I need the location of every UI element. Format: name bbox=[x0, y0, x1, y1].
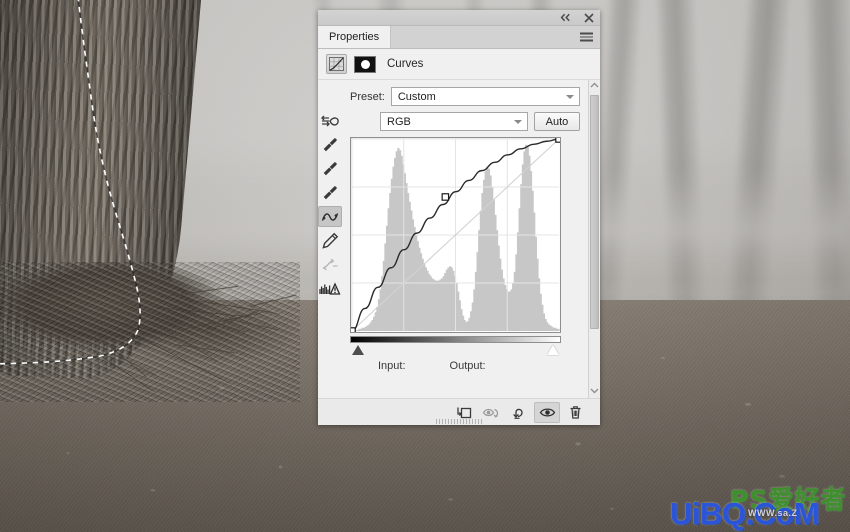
properties-panel[interactable]: Properties Curves Preset: Custom RGB Aut… bbox=[318, 10, 600, 425]
curve-point-tool[interactable] bbox=[318, 206, 342, 227]
white-point-eyedropper[interactable] bbox=[318, 182, 342, 203]
gray-point-eyedropper[interactable] bbox=[318, 158, 342, 179]
tab-properties-label: Properties bbox=[329, 31, 380, 43]
auto-button[interactable]: Auto bbox=[534, 112, 580, 131]
preset-value: Custom bbox=[397, 90, 436, 103]
curve-graph[interactable] bbox=[350, 137, 561, 333]
black-point-slider[interactable] bbox=[352, 345, 364, 355]
channel-select[interactable]: RGB bbox=[380, 112, 528, 131]
preset-select[interactable]: Custom bbox=[390, 87, 580, 106]
photoshop-screenshot: Properties Curves Preset: Custom RGB Aut… bbox=[0, 0, 850, 532]
preset-row: Preset: Custom bbox=[350, 87, 580, 106]
tab-properties[interactable]: Properties bbox=[318, 26, 392, 48]
preset-label: Preset: bbox=[350, 90, 385, 103]
menu-line bbox=[580, 39, 593, 42]
panel-titlebar bbox=[318, 10, 600, 26]
input-gradient-ramp bbox=[350, 336, 561, 343]
output-label: Output: bbox=[449, 360, 486, 372]
menu-line bbox=[580, 36, 593, 38]
curve-graph-svg bbox=[351, 138, 560, 332]
pencil-draw-tool[interactable] bbox=[318, 230, 342, 251]
smooth-curve-tool[interactable] bbox=[318, 254, 342, 275]
input-levels-ramp-row[interactable] bbox=[350, 336, 561, 355]
panel-tab-bar: Properties bbox=[318, 26, 600, 49]
panel-menu-icon[interactable] bbox=[580, 32, 593, 42]
black-point-eyedropper[interactable] bbox=[318, 134, 342, 155]
curve-graph-row bbox=[350, 137, 580, 333]
curves-controls: Preset: Custom RGB Auto Input: Output: bbox=[342, 80, 588, 398]
panel-footer bbox=[318, 398, 600, 425]
chevron-down-icon bbox=[566, 94, 574, 99]
on-image-adjust-tool[interactable] bbox=[318, 110, 342, 131]
mask-white-shape bbox=[360, 59, 370, 69]
input-label: Input: bbox=[378, 360, 406, 372]
delete-adjustment-layer-button[interactable] bbox=[562, 402, 588, 423]
collapse-panel-icon[interactable] bbox=[559, 12, 572, 24]
reset-adjustment-button[interactable] bbox=[506, 402, 532, 423]
toggle-layer-visibility-button[interactable] bbox=[534, 401, 560, 423]
curves-tool-column bbox=[318, 80, 342, 398]
scroll-up-icon[interactable] bbox=[590, 82, 599, 90]
histogram-warning-icon[interactable] bbox=[318, 278, 342, 299]
panel-resize-grip[interactable] bbox=[436, 419, 482, 424]
scroll-down-icon[interactable] bbox=[590, 388, 599, 396]
auto-button-label: Auto bbox=[545, 115, 569, 128]
scrollbar-track[interactable] bbox=[589, 93, 600, 385]
input-output-row: Input: Output: bbox=[350, 360, 580, 372]
curves-adjustment-icon[interactable] bbox=[326, 54, 347, 74]
panel-body: Preset: Custom RGB Auto Input: Output: bbox=[318, 80, 600, 398]
adjustment-header: Curves bbox=[318, 49, 600, 80]
channel-row: RGB Auto bbox=[350, 112, 580, 131]
close-panel-icon[interactable] bbox=[582, 12, 595, 24]
tree-root-mass bbox=[0, 262, 300, 402]
layer-mask-thumbnail[interactable] bbox=[354, 55, 376, 73]
channel-value: RGB bbox=[387, 115, 411, 128]
menu-line bbox=[580, 32, 593, 35]
scrollbar-thumb[interactable] bbox=[590, 95, 599, 329]
adjustment-title: Curves bbox=[387, 58, 424, 70]
white-point-slider[interactable] bbox=[547, 345, 559, 355]
panel-scrollbar[interactable] bbox=[588, 80, 600, 398]
chevron-down-icon bbox=[514, 119, 522, 124]
